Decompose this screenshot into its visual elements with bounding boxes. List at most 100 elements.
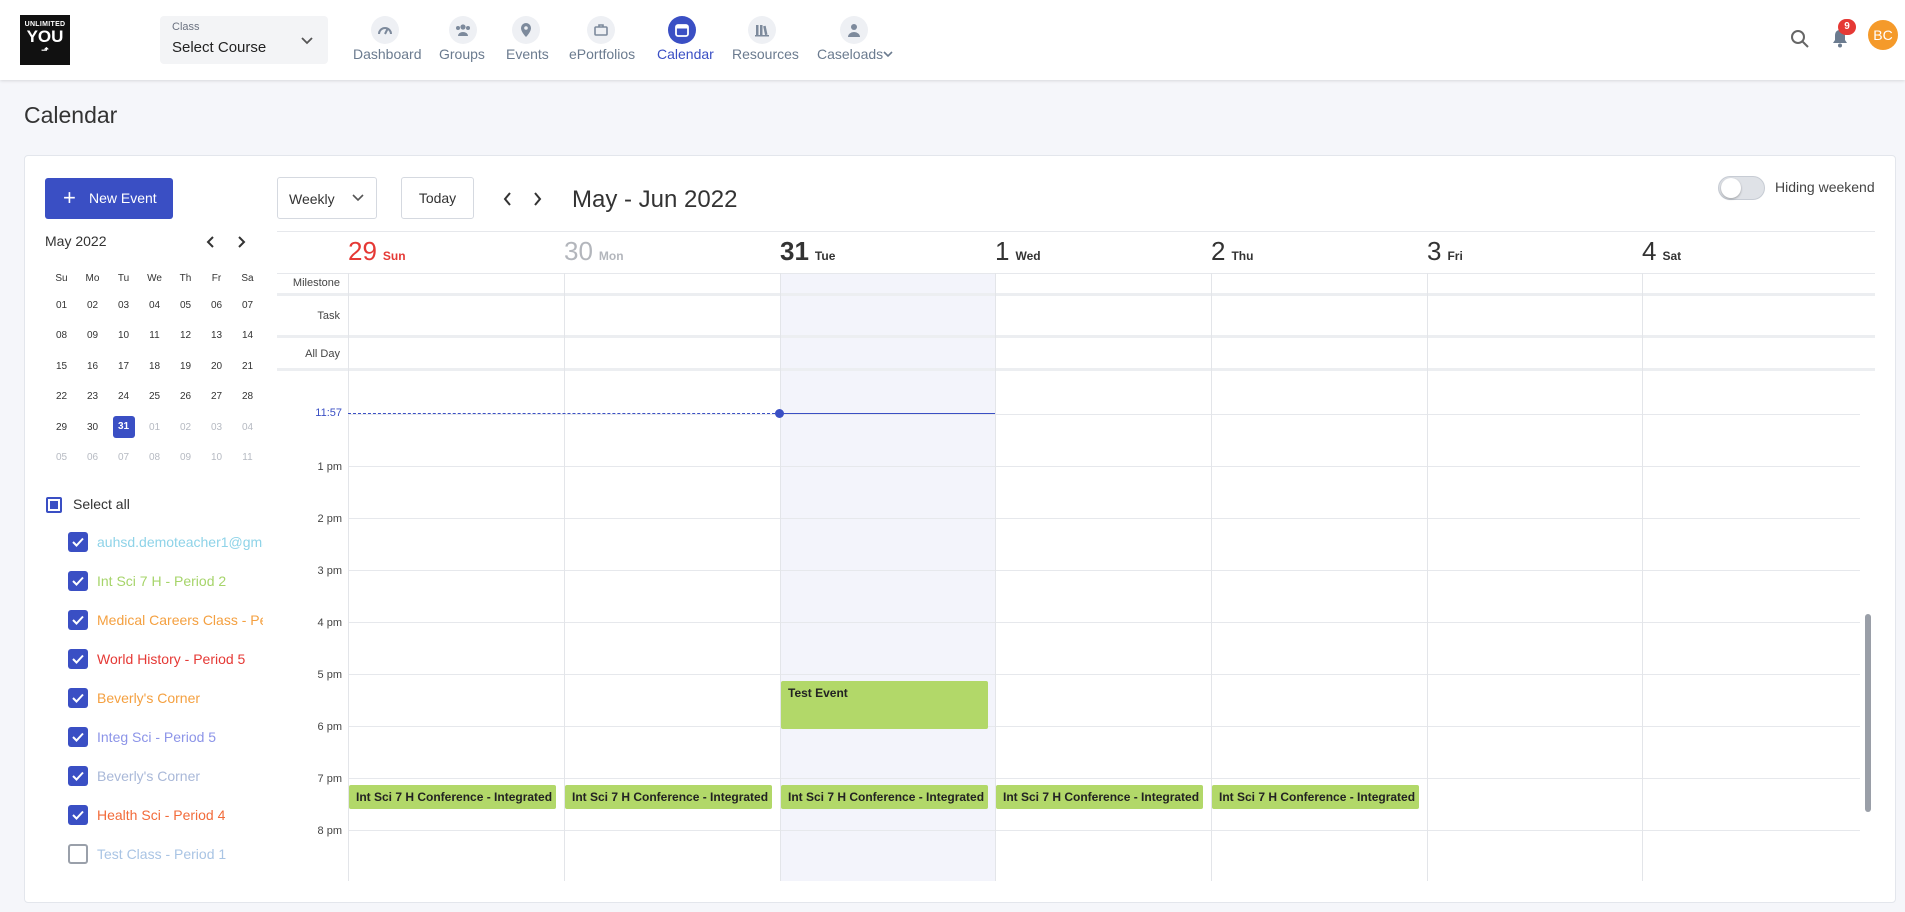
mini-calendar-day[interactable]: 29: [46, 412, 77, 443]
mini-calendar-day[interactable]: 25: [139, 382, 170, 413]
mini-calendar-day[interactable]: 26: [170, 382, 201, 413]
calendar-checkbox[interactable]: [68, 805, 88, 825]
nav-calendar[interactable]: Calendar: [652, 0, 714, 80]
mini-calendar-day[interactable]: 05: [170, 290, 201, 321]
mini-calendar-day[interactable]: 07: [108, 443, 139, 474]
mini-calendar-day[interactable]: 08: [46, 321, 77, 352]
mini-calendar-day[interactable]: 01: [139, 412, 170, 443]
calendar-name: Integ Sci - Period 5: [97, 729, 217, 745]
calendar-checkbox[interactable]: [68, 688, 88, 708]
mini-calendar-day[interactable]: 27: [201, 382, 232, 413]
mini-calendar-day[interactable]: 09: [77, 321, 108, 352]
mini-calendar-day[interactable]: 16: [77, 351, 108, 382]
toggle-knob: [1721, 178, 1741, 198]
calendar-event[interactable]: Int Sci 7 H Conference - Integrated: [1212, 785, 1419, 809]
checkmark-icon: [72, 732, 84, 742]
today-button[interactable]: Today: [401, 177, 474, 219]
current-time-dot: [775, 409, 784, 418]
mini-calendar-day[interactable]: 22: [46, 382, 77, 413]
mini-calendar-day[interactable]: 30: [77, 412, 108, 443]
search-icon[interactable]: [1790, 29, 1810, 49]
mini-calendar-day[interactable]: 18: [139, 351, 170, 382]
mini-calendar-day[interactable]: 06: [77, 443, 108, 474]
calendar-checkbox[interactable]: [68, 649, 88, 669]
nav-groups-label: Groups: [439, 46, 485, 62]
day-header[interactable]: 1 Wed: [995, 236, 1041, 267]
calendar-event[interactable]: Int Sci 7 H Conference - Integrated: [565, 785, 772, 809]
prev-week-icon[interactable]: [502, 191, 514, 207]
mini-calendar-day[interactable]: 06: [201, 290, 232, 321]
mini-calendar-day[interactable]: 08: [139, 443, 170, 474]
calendar-checkbox[interactable]: [68, 610, 88, 630]
mini-calendar-day[interactable]: 02: [77, 290, 108, 321]
unlimited-you-logo[interactable]: UNLIMITED YOU ⬏: [20, 15, 70, 65]
calendar-event[interactable]: Int Sci 7 H Conference - Integrated: [349, 785, 556, 809]
nav-resources[interactable]: Resources: [728, 0, 799, 80]
mini-calendar-day[interactable]: 21: [232, 351, 263, 382]
nav-caseloads[interactable]: Caseloads: [814, 0, 896, 80]
mini-calendar-day[interactable]: 12: [170, 321, 201, 352]
day-header[interactable]: 4 Sat: [1642, 236, 1681, 267]
calendar-list-item[interactable]: Beverly's Corner: [68, 686, 263, 710]
new-event-button[interactable]: + New Event: [45, 178, 173, 219]
mini-calendar-day[interactable]: 10: [201, 443, 232, 474]
mini-calendar-day[interactable]: 05: [46, 443, 77, 474]
mini-calendar-day[interactable]: 01: [46, 290, 77, 321]
nav-groups[interactable]: Groups: [433, 0, 493, 80]
mini-calendar-day[interactable]: 07: [232, 290, 263, 321]
calendar-list-item[interactable]: Integ Sci - Period 5: [68, 725, 263, 749]
mini-calendar-day[interactable]: 04: [139, 290, 170, 321]
day-header[interactable]: 31 Tue: [780, 236, 835, 267]
mini-calendar-day[interactable]: 24: [108, 382, 139, 413]
calendar-event[interactable]: Int Sci 7 H Conference - Integrated: [996, 785, 1203, 809]
mini-calendar-day[interactable]: 28: [232, 382, 263, 413]
calendar-name: auhsd.demoteacher1@gmail.com: [97, 534, 263, 550]
calendar-checkbox[interactable]: [68, 727, 88, 747]
calendar-event[interactable]: Int Sci 7 H Conference - Integrated: [781, 785, 988, 809]
calendar-list-item[interactable]: auhsd.demoteacher1@gmail.com: [68, 530, 263, 554]
day-header[interactable]: 30 Mon: [564, 236, 624, 267]
calendar-list-item[interactable]: Medical Careers Class - Period 3: [68, 608, 263, 632]
chevron-down-icon: [352, 194, 364, 202]
nav-eportfolios[interactable]: ePortfolios: [565, 0, 640, 80]
class-course-select[interactable]: Class Select Course: [160, 16, 328, 64]
calendar-checkbox[interactable]: [68, 844, 88, 864]
calendar-checkbox[interactable]: [68, 532, 88, 552]
mini-calendar-day[interactable]: 03: [108, 290, 139, 321]
view-mode-select[interactable]: Weekly: [277, 177, 377, 219]
day-header[interactable]: 29 Sun: [348, 236, 406, 267]
mini-calendar-day[interactable]: 04: [232, 412, 263, 443]
mini-calendar-day[interactable]: 23: [77, 382, 108, 413]
calendar-checkbox[interactable]: [68, 571, 88, 591]
mini-calendar-day[interactable]: 11: [139, 321, 170, 352]
mini-calendar-day[interactable]: 14: [232, 321, 263, 352]
weekend-toggle[interactable]: [1718, 176, 1765, 200]
day-header[interactable]: 3 Fri: [1427, 236, 1463, 267]
calendar-list-item[interactable]: Health Sci - Period 4: [68, 803, 263, 827]
mini-calendar-day[interactable]: 15: [46, 351, 77, 382]
calendar-list-item[interactable]: Test Class - Period 1: [68, 842, 263, 866]
mini-calendar-day[interactable]: 03: [201, 412, 232, 443]
nav-dashboard[interactable]: Dashboard: [345, 0, 425, 80]
calendar-list-item[interactable]: Beverly's Corner: [68, 764, 263, 788]
day-header[interactable]: 2 Thu: [1211, 236, 1253, 267]
mini-calendar-day[interactable]: 09: [170, 443, 201, 474]
mini-calendar-day[interactable]: 17: [108, 351, 139, 382]
calendar-list-item[interactable]: Int Sci 7 H - Period 2: [68, 569, 263, 593]
mini-calendar-day[interactable]: 11: [232, 443, 263, 474]
calendar-checkbox[interactable]: [68, 766, 88, 786]
mini-calendar-day[interactable]: 13: [201, 321, 232, 352]
mini-calendar-day[interactable]: 10: [108, 321, 139, 352]
mini-calendar-day[interactable]: 19: [170, 351, 201, 382]
mini-calendar-day[interactable]: 20: [201, 351, 232, 382]
mini-calendar-next-icon[interactable]: [235, 235, 247, 249]
calendar-event[interactable]: Test Event: [781, 681, 988, 729]
nav-events[interactable]: Events: [500, 0, 555, 80]
calendar-list-item[interactable]: World History - Period 5: [68, 647, 263, 671]
next-week-icon[interactable]: [531, 191, 543, 207]
mini-calendar-prev-icon[interactable]: [205, 235, 217, 249]
vertical-scrollbar[interactable]: [1865, 614, 1871, 812]
mini-calendar-day[interactable]: 02: [170, 412, 201, 443]
mini-calendar-selected-day[interactable]: 31: [108, 412, 139, 443]
user-avatar[interactable]: BC: [1868, 20, 1898, 50]
